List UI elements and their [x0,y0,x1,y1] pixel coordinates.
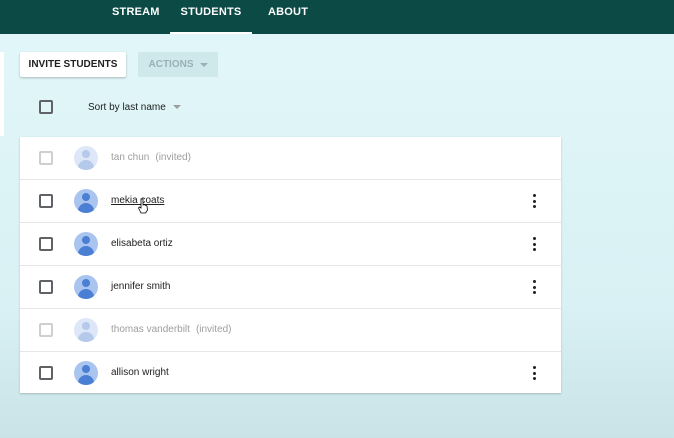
caret-down-icon [199,62,208,67]
student-name[interactable]: allison wright [111,367,169,378]
student-name: thomas vanderbilt (invited) [111,324,232,335]
more-vert-icon[interactable] [528,193,540,209]
caret-down-icon [172,105,181,109]
student-name[interactable]: elisabeta ortiz [111,238,173,249]
avatar-icon [74,318,98,342]
top-nav-bar: STREAM STUDENTS ABOUT [0,0,674,34]
invite-students-label: INVITE STUDENTS [28,59,118,70]
avatar-icon [74,275,98,299]
invite-students-button[interactable]: INVITE STUDENTS [20,52,126,77]
student-checkbox[interactable] [39,366,53,380]
tab-about[interactable]: ABOUT [268,0,308,34]
student-name-link[interactable]: mekia coats [111,195,164,206]
tab-stream[interactable]: STREAM [112,0,159,34]
student-checkbox[interactable] [39,194,53,208]
actions-dropdown-button[interactable]: ACTIONS [138,52,218,77]
more-vert-icon[interactable] [528,236,540,252]
student-checkbox[interactable] [39,237,53,251]
actions-label: ACTIONS [148,59,194,70]
avatar-icon [74,361,98,385]
student-name[interactable]: jennifer smith [111,281,170,292]
student-row-thomas-vanderbilt: thomas vanderbilt (invited) [20,309,561,352]
sort-label: Sort by last name [88,101,166,113]
avatar-icon [74,232,98,256]
student-row-jennifer-smith: jennifer smith [20,266,561,309]
student-name: tan chun (invited) [111,152,191,163]
invited-status: (invited) [155,152,191,163]
student-row-allison-wright: allison wright [20,352,561,395]
student-checkbox[interactable] [39,151,53,165]
student-row-mekia-coats: mekia coats [20,180,561,223]
sort-dropdown[interactable]: Sort by last name [88,100,181,114]
student-checkbox[interactable] [39,280,53,294]
student-row-elisabeta-ortiz: elisabeta ortiz [20,223,561,266]
student-checkbox[interactable] [39,323,53,337]
side-panel-edge [0,52,4,136]
invited-status: (invited) [195,324,232,335]
tab-students[interactable]: STUDENTS [170,0,252,34]
more-vert-icon[interactable] [528,365,540,381]
select-all-checkbox[interactable] [39,100,53,114]
avatar-icon [74,146,98,170]
student-list: tan chun (invited) mekia coats elisabeta … [20,137,561,393]
avatar-icon [74,189,98,213]
student-row-tan-chun: tan chun (invited) [20,137,561,180]
more-vert-icon[interactable] [528,279,540,295]
